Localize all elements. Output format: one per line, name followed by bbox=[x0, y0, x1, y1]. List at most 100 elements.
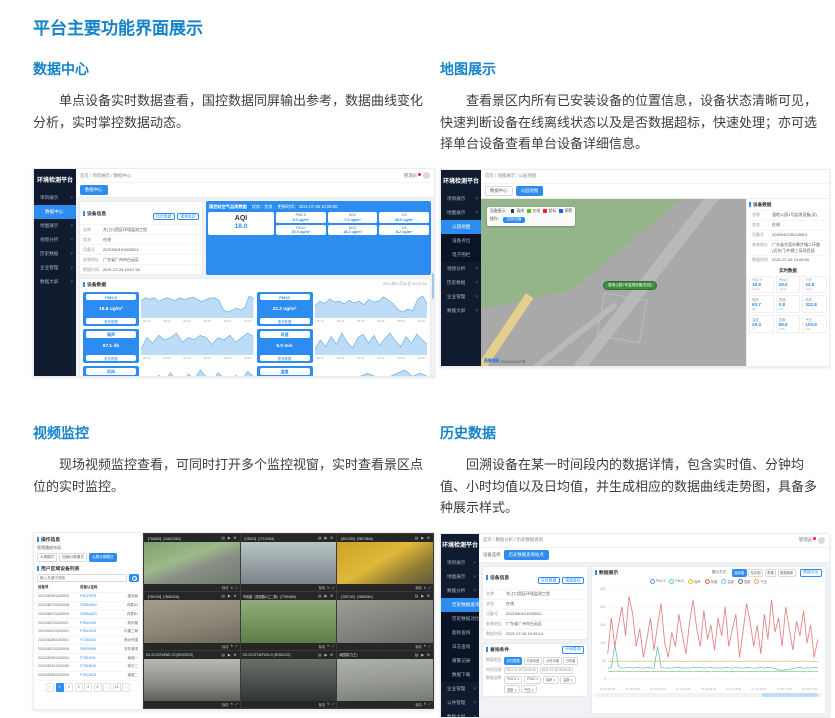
sidebar-item[interactable]: 历史数据对比 bbox=[441, 612, 479, 626]
fullscreen-icon[interactable]: ⤢ bbox=[428, 702, 431, 706]
sidebar-item[interactable]: 报警记录 bbox=[441, 654, 479, 668]
sidebar-item[interactable]: 公园地图 bbox=[441, 220, 481, 234]
video-tile[interactable]: 南国豪门(王)▤ ▶ ⊕标清↻⤢ bbox=[337, 651, 433, 708]
page-button[interactable]: › bbox=[122, 683, 130, 692]
map-device-marker[interactable]: 湿地公园1号监测设备(在线) bbox=[603, 281, 657, 290]
sidebar-item[interactable]: 历史数据˅ bbox=[441, 276, 481, 290]
search-button[interactable] bbox=[129, 574, 139, 582]
sidebar-item[interactable]: 企业管理˅ bbox=[34, 261, 76, 275]
video-tile[interactable]: 【784080】(234020302)▤ ▶ ⊕标清↻⤢ bbox=[144, 534, 240, 591]
sidebar-item[interactable]: 电子围栏 bbox=[441, 248, 481, 262]
fullscreen-icon[interactable]: ⤢ bbox=[428, 644, 431, 648]
sidebar-item[interactable]: 项目展示˅ bbox=[34, 191, 76, 205]
display-mode-button[interactable]: 柱状图 bbox=[748, 569, 763, 577]
data-pick-dropdown[interactable]: 温度 ∨ bbox=[560, 676, 576, 684]
more-data-button[interactable]: 更多数据 bbox=[260, 318, 310, 324]
fullscreen-icon[interactable]: ⤢ bbox=[332, 702, 335, 706]
more-data-button[interactable]: 更多数据 bbox=[86, 318, 136, 324]
video-feed[interactable] bbox=[337, 542, 433, 584]
all-devices-button[interactable]: 全部设备 bbox=[503, 217, 524, 223]
table-row[interactable]: 2021053501100003F7B12625南城二 bbox=[37, 672, 139, 681]
legend-item[interactable]: 湿度 bbox=[738, 579, 751, 584]
search-input[interactable] bbox=[37, 574, 127, 582]
table-row[interactable]: 2021040101100001F7B12403中建三局 bbox=[37, 628, 139, 637]
sidebar-item[interactable]: 数据中心 bbox=[34, 205, 76, 219]
hs-device-select-tag[interactable]: 历史数据查询站点 bbox=[504, 550, 549, 560]
page-button[interactable]: ‹ bbox=[46, 683, 54, 692]
legend-item[interactable]: PM10 bbox=[669, 579, 684, 584]
table-row[interactable]: 2021051201100007F7B12409莞中路 bbox=[37, 619, 139, 628]
sidebar-item[interactable]: 历史数据查询 bbox=[441, 598, 479, 612]
camera-video-zoom-icons[interactable]: ▤ ▶ ⊕ bbox=[221, 594, 237, 598]
export-button[interactable]: 数据导出 bbox=[800, 569, 822, 577]
video-feed[interactable] bbox=[241, 659, 337, 701]
refresh-icon[interactable]: ↻ bbox=[424, 702, 427, 706]
avatar[interactable] bbox=[423, 172, 430, 179]
layout-mode-button[interactable]: 九屏分屏模式 bbox=[89, 553, 117, 562]
data-type-button[interactable]: 分钟均值 bbox=[524, 657, 542, 665]
camera-video-zoom-icons[interactable]: ▤ ▶ ⊕ bbox=[221, 653, 237, 657]
sidebar-item[interactable]: 公共管理˅ bbox=[441, 696, 479, 710]
data-type-button[interactable]: 小时均值 bbox=[543, 657, 561, 665]
legend-item[interactable]: 风速 bbox=[705, 579, 718, 584]
sidebar-item[interactable]: 地图展示˅ bbox=[441, 206, 481, 220]
page-button[interactable]: 3 bbox=[75, 683, 83, 692]
data-pick-dropdown[interactable]: 湿度 ∨ bbox=[504, 685, 520, 693]
data-pick-dropdown[interactable]: 气压 ∨ bbox=[521, 685, 537, 693]
camera-video-zoom-icons[interactable]: ▤ ▶ ⊕ bbox=[415, 594, 431, 598]
video-tile[interactable]: 【78571B】(78880081)▤ ▶ ⊕标清↻⤢ bbox=[337, 592, 433, 649]
date-to-input[interactable]: 2021-07-26 00:00:00 bbox=[540, 667, 574, 674]
refresh-icon[interactable]: ↻ bbox=[230, 644, 233, 648]
start-query-button[interactable]: 开始查询 bbox=[562, 646, 584, 654]
video-tile[interactable]: 【80137B】(78574645)▤ ▶ ⊕标清↻⤢ bbox=[337, 534, 433, 591]
table-row[interactable]: 2021051101100008F7284649莞中二 bbox=[37, 663, 139, 672]
sidebar-item[interactable]: 数据大屏˅ bbox=[34, 275, 76, 289]
table-row[interactable]: 2021052801100001F7284463莞对外围 bbox=[37, 637, 139, 646]
legend-item[interactable]: 温度 bbox=[721, 579, 734, 584]
chart-scrollbar-thumb[interactable] bbox=[762, 693, 818, 697]
fullscreen-icon[interactable]: ⤢ bbox=[235, 586, 238, 590]
table-row[interactable]: 2021060501100003F9D27875建设局 bbox=[37, 593, 139, 602]
action-button[interactable]: 实时数据 bbox=[538, 577, 560, 584]
sidebar-item[interactable]: 视频分析˅ bbox=[34, 233, 76, 247]
video-tile[interactable]: 【78303】(72710034)▤ ▶ ⊕标清↻⤢ bbox=[241, 534, 337, 591]
legend-item[interactable]: 气压 bbox=[754, 579, 767, 584]
table-row[interactable]: 2021060701100005GE564623内蒙B1 bbox=[37, 610, 139, 619]
page-button[interactable]: 5 bbox=[94, 683, 102, 692]
tab-item[interactable]: 数据中心 bbox=[485, 186, 513, 196]
table-row[interactable]: 2021053501100004F7284931南城一 bbox=[37, 654, 139, 663]
avatar[interactable] bbox=[818, 537, 825, 544]
layout-mode-button[interactable]: 四格分屏模式 bbox=[59, 553, 87, 562]
display-mode-button[interactable]: 曲线图 bbox=[732, 569, 747, 577]
sidebar-item[interactable]: 地图展示˅ bbox=[441, 570, 479, 584]
video-feed[interactable] bbox=[337, 600, 433, 642]
legend-item[interactable]: PM2.5 bbox=[650, 579, 666, 584]
sidebar-item[interactable]: 数据大屏˅ bbox=[441, 304, 481, 318]
camera-video-zoom-icons[interactable]: ▤ ▶ ⊕ bbox=[415, 536, 431, 540]
tab-data-center[interactable]: 数据中心 bbox=[80, 185, 108, 195]
video-tile[interactable]: 【784745】(78084034)▤ ▶ ⊕标清↻⤢ bbox=[144, 592, 240, 649]
refresh-icon[interactable]: ↻ bbox=[327, 586, 330, 590]
sidebar-item[interactable]: 超标查询 bbox=[441, 626, 479, 640]
page-button[interactable]: 2 bbox=[65, 683, 73, 692]
camera-video-zoom-icons[interactable]: ▤ ▶ ⊕ bbox=[318, 594, 334, 598]
legend-item[interactable]: 噪声 bbox=[688, 579, 701, 584]
refresh-icon[interactable]: ↻ bbox=[230, 702, 233, 706]
fullscreen-icon[interactable]: ⤢ bbox=[235, 702, 238, 706]
more-data-button[interactable]: 更多数据 bbox=[260, 355, 310, 361]
more-data-button[interactable]: 更多数据 bbox=[86, 355, 136, 361]
camera-video-zoom-icons[interactable]: ▤ ▶ ⊕ bbox=[318, 653, 334, 657]
page-button[interactable]: 1 bbox=[56, 683, 64, 692]
sidebar-item[interactable]: 企业管理˅ bbox=[441, 682, 479, 696]
video-feed[interactable] bbox=[241, 542, 337, 584]
date-from-input[interactable]: 2021-07-19 00:00:00 bbox=[504, 667, 538, 674]
sidebar-item[interactable]: 数据大屏˅ bbox=[441, 710, 479, 717]
tab-active[interactable]: 公园地图 bbox=[516, 186, 544, 196]
sidebar-item[interactable]: 项目展示˅ bbox=[441, 556, 479, 570]
refresh-icon[interactable]: ↻ bbox=[327, 644, 330, 648]
page-button[interactable]: 15 bbox=[113, 683, 121, 692]
sidebar-item[interactable]: 数据分析˅ bbox=[441, 584, 479, 598]
data-pick-dropdown[interactable]: PM10 ∨ bbox=[524, 676, 542, 684]
sidebar-item[interactable]: 视频分析˅ bbox=[441, 262, 481, 276]
fullscreen-icon[interactable]: ⤢ bbox=[332, 586, 335, 590]
